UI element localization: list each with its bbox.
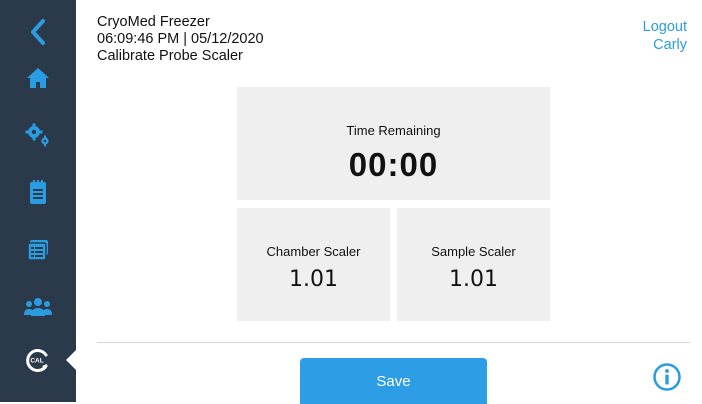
sample-scaler-panel[interactable]: Sample Scaler 1.01: [397, 208, 550, 321]
save-button[interactable]: Save: [300, 358, 487, 404]
chamber-scaler-panel[interactable]: Chamber Scaler 1.01: [237, 208, 390, 321]
time-remaining-label: Time Remaining: [346, 123, 441, 138]
back-button[interactable]: [0, 10, 76, 54]
home-button[interactable]: [0, 56, 76, 100]
list-icon: [27, 240, 48, 261]
app-title: CryoMed Freezer: [97, 14, 210, 30]
sidebar: CAL: [0, 0, 77, 402]
logout-link[interactable]: Logout: [643, 18, 687, 36]
page-title: Calibrate Probe Scaler: [97, 48, 243, 64]
clipboard-icon: [30, 180, 46, 204]
calibrate-button[interactable]: CAL: [0, 338, 77, 382]
chamber-scaler-label: Chamber Scaler: [266, 244, 361, 259]
sidebar-cal-label: CAL: [30, 358, 43, 365]
chamber-scaler-value: 1.01: [289, 267, 338, 292]
sample-scaler-value: 1.01: [449, 267, 498, 292]
username-link[interactable]: Carly: [643, 36, 687, 54]
time-remaining-value: 00:00: [348, 146, 439, 183]
gears-icon: [25, 123, 49, 147]
active-indicator: [66, 349, 77, 371]
time-remaining-panel: Time Remaining 00:00: [237, 87, 550, 200]
users-button[interactable]: [0, 285, 76, 329]
footer-divider: [97, 342, 690, 343]
user-area: Logout Carly: [643, 18, 687, 54]
settings-button[interactable]: [0, 113, 76, 157]
logs-button[interactable]: [0, 170, 76, 214]
sample-scaler-label: Sample Scaler: [431, 244, 516, 259]
chevron-left-icon: [31, 19, 45, 45]
events-button[interactable]: [0, 228, 76, 272]
users-icon: [24, 298, 52, 316]
home-icon: [27, 68, 49, 88]
header: CryoMed Freezer 06:09:46 PM | 05/12/2020…: [97, 14, 264, 65]
calibrate-icon: CAL: [26, 349, 48, 372]
info-icon: [653, 363, 681, 391]
info-button[interactable]: [652, 362, 682, 392]
datetime: 06:09:46 PM | 05/12/2020: [97, 31, 264, 47]
